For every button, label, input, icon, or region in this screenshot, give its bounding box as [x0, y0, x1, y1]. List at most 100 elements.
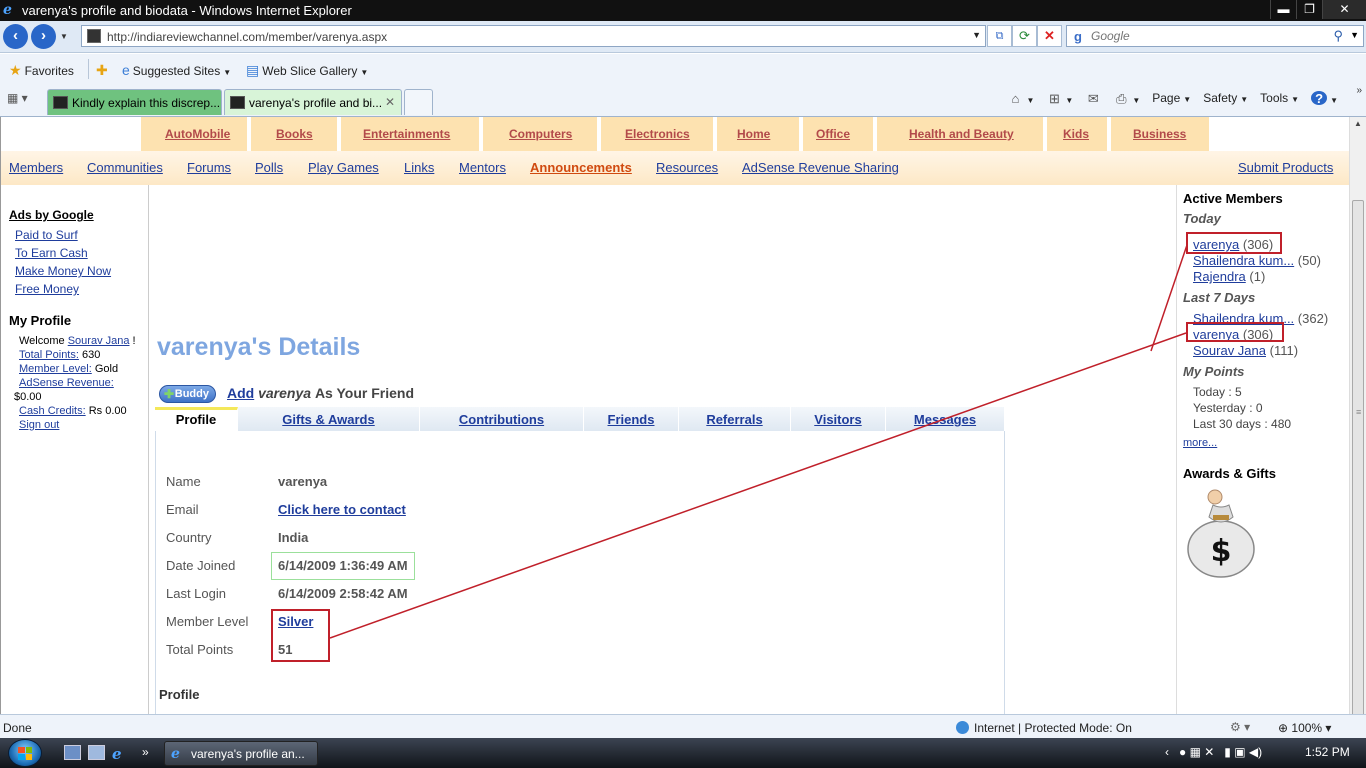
nav-links[interactable]: Links [404, 160, 434, 175]
nav-announcements[interactable]: Announcements [530, 160, 632, 175]
switch-windows-icon[interactable] [88, 745, 105, 760]
adsense-revenue-link[interactable]: AdSense Revenue: [19, 377, 114, 389]
tab-messages[interactable]: Messages [886, 407, 1005, 431]
vertical-scrollbar[interactable]: ▲ ≡ [1349, 117, 1366, 740]
cash-credits-link[interactable]: Cash Credits: [19, 405, 86, 417]
ad-link[interactable]: Make Money Now [15, 264, 111, 278]
favorites-button[interactable]: ★ Favorites [9, 62, 74, 79]
tab-profile[interactable]: Profile [155, 407, 238, 431]
search-input[interactable] [1091, 29, 1321, 43]
category-electronics[interactable]: Electronics [625, 127, 690, 141]
maximize-button[interactable]: ❐ [1296, 0, 1322, 19]
ad-link[interactable]: To Earn Cash [15, 246, 88, 260]
contact-link[interactable]: Click here to contact [278, 502, 406, 517]
quicklaunch-overflow-icon[interactable]: » [142, 745, 159, 760]
safety-menu[interactable]: Safety ▼ [1203, 91, 1248, 106]
tab-varenya-profile[interactable]: varenya's profile and bi... ✕ [224, 89, 402, 115]
stop-icon[interactable]: ✕ [1037, 25, 1062, 47]
ie-quicklaunch-icon[interactable]: e [112, 745, 129, 763]
home-button[interactable]: ⌂ ▼ [1007, 91, 1035, 106]
forward-button[interactable]: › [31, 24, 56, 49]
category-entertainments[interactable]: Entertainments [363, 127, 450, 141]
add-friend-link[interactable]: Add [227, 385, 254, 401]
refresh-icon[interactable]: ⟳ [1012, 25, 1037, 47]
member-link[interactable]: Sourav Jana [1193, 343, 1266, 358]
close-window-button[interactable]: ✕ [1322, 0, 1366, 19]
mail-button[interactable]: ✉ [1085, 91, 1101, 106]
category-books[interactable]: Books [276, 127, 313, 141]
category-office[interactable]: Office [816, 127, 850, 141]
suggested-sites-link[interactable]: e Suggested Sites ▼ [122, 62, 231, 78]
ad-link[interactable]: Free Money [15, 282, 79, 296]
nav-play-games[interactable]: Play Games [308, 160, 379, 175]
sign-out-link[interactable]: Sign out [19, 419, 59, 431]
address-dropdown-icon[interactable]: ▼ [972, 30, 981, 40]
tab-kindly-explain[interactable]: Kindly explain this discrep... [47, 89, 222, 115]
buddy-button[interactable]: ✚ Buddy [159, 385, 216, 403]
nav-resources[interactable]: Resources [656, 160, 718, 175]
tab-favicon-icon [53, 96, 68, 109]
taskbar-ie-window[interactable]: e varenya's profile an... [164, 741, 318, 766]
nav-adsense-revenue-sharing[interactable]: AdSense Revenue Sharing [742, 160, 899, 175]
ads-by-google-link[interactable]: Ads by Google [9, 208, 94, 222]
category-health-and-beauty[interactable]: Health and Beauty [909, 127, 1014, 141]
page-title: varenya's Details [157, 333, 361, 361]
ad-link[interactable]: Paid to Surf [15, 228, 78, 242]
category-home[interactable]: Home [737, 127, 770, 141]
tab-contributions[interactable]: Contributions [420, 407, 584, 431]
url-text[interactable]: http://indiareviewchannel.com/member/var… [107, 30, 387, 44]
print-button[interactable]: ⎙ ▼ [1113, 91, 1140, 106]
tab-bar: ▦ ▾ Kindly explain this discrep... varen… [0, 85, 1366, 117]
tab-referrals[interactable]: Referrals [679, 407, 791, 431]
search-box[interactable]: g ⚲ ▼ [1066, 25, 1364, 47]
member-link[interactable]: Rajendra [1193, 269, 1246, 284]
category-business[interactable]: Business [1133, 127, 1186, 141]
show-desktop-icon[interactable] [64, 745, 81, 760]
status-tools-icon[interactable]: ⚙ ▾ [1230, 720, 1250, 734]
compatibility-view-icon[interactable]: ⧉ [987, 25, 1012, 47]
category-automobile[interactable]: AutoMobile [165, 127, 230, 141]
help-menu[interactable]: ? ▼ [1311, 91, 1338, 106]
last7-varenya-highlight [1186, 322, 1284, 342]
address-bar[interactable]: http://indiareviewchannel.com/member/var… [81, 25, 986, 47]
tab-friends[interactable]: Friends [584, 407, 679, 431]
back-button[interactable]: ‹ [3, 24, 28, 49]
tab-label: varenya's profile and bi... [249, 96, 383, 110]
nav-polls[interactable]: Polls [255, 160, 283, 175]
nav-forums[interactable]: Forums [187, 160, 231, 175]
web-slice-gallery-link[interactable]: ▤ Web Slice Gallery ▼ [246, 62, 368, 79]
close-tab-icon[interactable]: ✕ [385, 95, 395, 109]
zoom-control[interactable]: ⊕ 100% ▾ [1278, 721, 1331, 735]
tab-visitors[interactable]: Visitors [791, 407, 886, 431]
scroll-thumb[interactable] [1352, 200, 1364, 740]
submit-products-link[interactable]: Submit Products [1238, 160, 1333, 175]
toolbar-overflow-chevron-icon[interactable]: » [1356, 85, 1362, 96]
minimize-button[interactable]: ▬ [1270, 0, 1296, 19]
page-menu[interactable]: Page ▼ [1152, 91, 1191, 106]
recent-pages-dropdown-icon[interactable]: ▼ [60, 32, 68, 41]
category-computers[interactable]: Computers [509, 127, 572, 141]
member-level-link[interactable]: Member Level: [19, 363, 92, 375]
search-icon[interactable]: ⚲ [1333, 28, 1343, 44]
add-to-favorites-button[interactable]: ✚ [96, 62, 111, 79]
category-kids[interactable]: Kids [1063, 127, 1089, 141]
start-button[interactable] [8, 739, 42, 767]
nav-mentors[interactable]: Mentors [459, 160, 506, 175]
tools-menu[interactable]: Tools ▼ [1260, 91, 1299, 106]
more-points-link[interactable]: more... [1183, 437, 1217, 449]
clock[interactable]: 1:52 PM [1305, 745, 1350, 759]
current-user-link[interactable]: Sourav Jana [68, 335, 130, 347]
nav-members[interactable]: Members [9, 160, 63, 175]
quick-tabs-button[interactable]: ▦ ▾ [7, 91, 43, 111]
tab-gifts-awards[interactable]: Gifts & Awards [238, 407, 420, 431]
total-points-link[interactable]: Total Points: [19, 349, 79, 361]
feeds-button[interactable]: ⊞ ▼ [1046, 91, 1073, 106]
search-options-dropdown-icon[interactable]: ▼ [1350, 30, 1359, 40]
address-toolbar: ‹ › ▼ http://indiareviewchannel.com/memb… [0, 21, 1366, 53]
new-tab-button[interactable] [404, 89, 433, 115]
nav-communities[interactable]: Communities [87, 160, 163, 175]
system-tray[interactable]: ‹ ● ▦ ✕ ▮ ▣ ◀) [1165, 745, 1262, 759]
scroll-up-icon[interactable]: ▲ [1354, 119, 1362, 128]
security-zone[interactable]: Internet | Protected Mode: On [956, 721, 1132, 735]
member-link[interactable]: Shailendra kum... [1193, 253, 1294, 268]
